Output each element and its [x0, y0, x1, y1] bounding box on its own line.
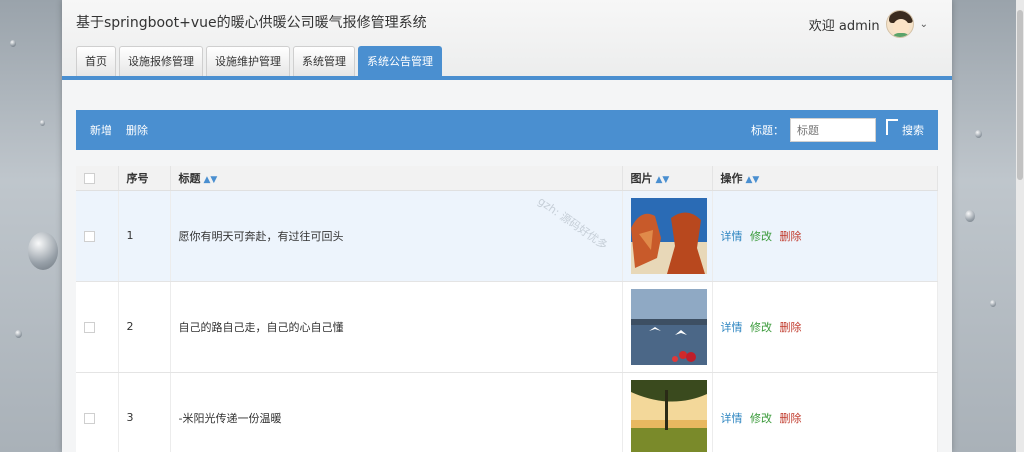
- delete-link[interactable]: 删除: [780, 412, 802, 425]
- row-checkbox[interactable]: [84, 321, 95, 333]
- edit-link[interactable]: 修改: [750, 412, 772, 425]
- announcement-table: 序号 标题 ▲▼ 图片 ▲▼ 操作 ▲▼ 1 愿你有明天可奔赴，有过往可回头 详…: [76, 166, 938, 452]
- select-all-checkbox[interactable]: [84, 172, 95, 184]
- row-checkbox[interactable]: [84, 412, 95, 424]
- tab-bar: 首页 设施报修管理 设施维护管理 系统管理 系统公告管理: [76, 46, 442, 76]
- tab-system[interactable]: 系统管理: [293, 46, 355, 76]
- row-title: -米阳光传递一份温暖: [170, 372, 623, 452]
- search-label: 标题：: [751, 124, 784, 137]
- search-icon: [886, 119, 898, 135]
- page-scrollbar[interactable]: [1016, 0, 1024, 452]
- raindrop: [40, 120, 45, 126]
- tab-facility-maintenance[interactable]: 设施维护管理: [206, 46, 290, 76]
- search-button[interactable]: 搜索: [886, 119, 924, 138]
- sort-icon[interactable]: ▲▼: [746, 175, 760, 185]
- search-button-label: 搜索: [902, 124, 924, 137]
- raindrop: [990, 300, 996, 307]
- raindrop: [28, 232, 58, 270]
- col-action[interactable]: 操作 ▲▼: [712, 166, 938, 191]
- table-row[interactable]: 2 自己的路自己走，自己的心自己懂 详情 修改 删除: [76, 281, 938, 373]
- table-row[interactable]: 3 -米阳光传递一份温暖 详情 修改 删除: [76, 372, 938, 452]
- add-button[interactable]: 新增: [90, 122, 112, 138]
- row-checkbox[interactable]: [84, 230, 95, 242]
- tab-home[interactable]: 首页: [76, 46, 116, 76]
- search-input[interactable]: [790, 118, 876, 142]
- raindrop: [15, 330, 22, 338]
- edit-link[interactable]: 修改: [750, 321, 772, 334]
- app-title: 基于springboot+vue的暖心供暖公司暖气报修管理系统: [76, 15, 427, 31]
- delete-link[interactable]: 删除: [780, 321, 802, 334]
- scrollbar-thumb[interactable]: [1017, 10, 1023, 180]
- raindrop: [10, 40, 16, 47]
- row-title: 自己的路自己走，自己的心自己懂: [170, 281, 623, 373]
- col-image[interactable]: 图片 ▲▼: [622, 166, 713, 191]
- delete-link[interactable]: 删除: [780, 230, 802, 243]
- sort-icon[interactable]: ▲▼: [656, 175, 670, 185]
- delete-button[interactable]: 删除: [126, 122, 148, 138]
- red-rock-icon: [630, 197, 707, 274]
- lake-gulls-icon: [630, 288, 707, 365]
- row-index: 2: [118, 281, 171, 373]
- table-header: 序号 标题 ▲▼ 图片 ▲▼ 操作 ▲▼: [76, 166, 938, 191]
- col-index: 序号: [118, 166, 171, 191]
- main-content: 新增 删除 标题： 搜索 序号 标题▲▼ 图片▲▼ 操作▲▼: [76, 110, 938, 452]
- detail-link[interactable]: 详情: [721, 230, 743, 243]
- detail-link[interactable]: 详情: [721, 412, 743, 425]
- tab-facility-repair[interactable]: 设施报修管理: [119, 46, 203, 76]
- chevron-down-icon[interactable]: ⌄: [920, 19, 928, 30]
- user-menu[interactable]: 欢迎 admin ⌄: [809, 10, 928, 38]
- table-row[interactable]: 1 愿你有明天可奔赴，有过往可回头 详情 修改 删除: [76, 190, 938, 282]
- sort-icon[interactable]: ▲▼: [204, 175, 218, 185]
- field-sunset-icon: [630, 379, 707, 452]
- edit-link[interactable]: 修改: [750, 230, 772, 243]
- toolbar: 新增 删除 标题： 搜索: [76, 110, 938, 150]
- detail-link[interactable]: 详情: [721, 321, 743, 334]
- avatar[interactable]: [885, 10, 914, 38]
- row-index: 3: [118, 372, 171, 452]
- tab-announcement[interactable]: 系统公告管理: [358, 46, 442, 76]
- col-title[interactable]: 标题 ▲▼: [170, 166, 623, 191]
- row-index: 1: [118, 190, 171, 282]
- raindrop: [975, 130, 982, 138]
- raindrop: [965, 210, 975, 222]
- header: 基于springboot+vue的暖心供暖公司暖气报修管理系统 欢迎 admin…: [62, 0, 952, 80]
- app-window: 基于springboot+vue的暖心供暖公司暖气报修管理系统 欢迎 admin…: [62, 0, 952, 452]
- welcome-text: 欢迎 admin: [808, 18, 880, 34]
